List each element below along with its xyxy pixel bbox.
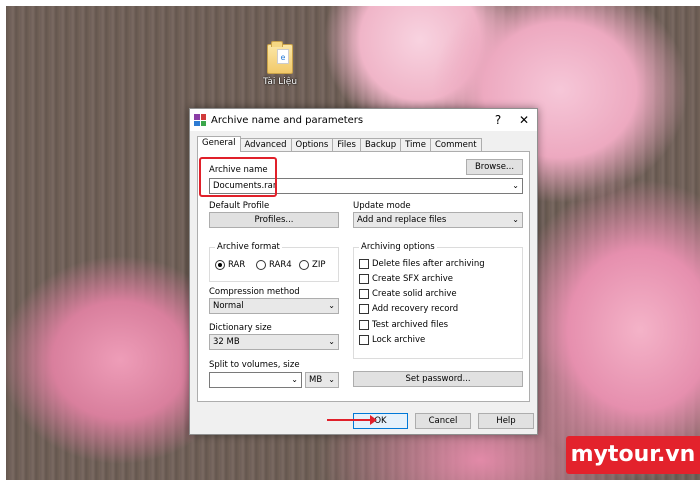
dialog-tabs: General Advanced Options Files Backup Ti… xyxy=(197,136,482,152)
archiving-options-group: Archiving options Delete files after arc… xyxy=(353,242,523,359)
format-rar4-label: RAR4 xyxy=(269,260,292,270)
browse-button[interactable]: Browse... xyxy=(466,159,523,175)
option-label: Delete files after archiving xyxy=(372,259,485,269)
desktop-folder-shortcut[interactable]: e Tài Liệu xyxy=(258,41,302,87)
checkbox-icon xyxy=(359,304,369,314)
option-delete-files[interactable]: Delete files after archiving xyxy=(359,259,485,269)
format-zip-radio[interactable]: ZIP xyxy=(299,260,325,270)
option-solid-archive[interactable]: Create solid archive xyxy=(359,289,457,299)
format-rar-radio[interactable]: RAR xyxy=(215,260,245,270)
format-rar4-radio[interactable]: RAR4 xyxy=(256,260,292,270)
ok-button[interactable]: OK xyxy=(353,413,408,429)
update-mode-select[interactable]: Add and replace files ⌄ xyxy=(353,212,523,228)
format-rar-label: RAR xyxy=(228,260,246,270)
checkbox-icon xyxy=(359,335,369,345)
archive-name-label: Archive name xyxy=(209,165,268,175)
option-label: Create solid archive xyxy=(372,289,457,299)
chevron-down-icon: ⌄ xyxy=(512,215,519,224)
option-label: Test archived files xyxy=(372,320,449,330)
dictionary-size-label: Dictionary size xyxy=(209,323,272,333)
tab-general[interactable]: General xyxy=(197,136,241,152)
option-test-files[interactable]: Test archived files xyxy=(359,320,448,330)
checkbox-icon xyxy=(359,274,369,284)
set-password-button[interactable]: Set password... xyxy=(353,371,523,387)
archive-format-label: Archive format xyxy=(215,242,282,252)
split-volumes-label: Split to volumes, size xyxy=(209,360,300,370)
compression-method-value: Normal xyxy=(213,301,244,311)
update-mode-value: Add and replace files xyxy=(357,215,447,225)
checkbox-icon xyxy=(359,320,369,330)
general-panel: Archive name Browse... Documents.rar ⌄ D… xyxy=(197,151,530,402)
checkbox-icon xyxy=(359,289,369,299)
archiving-options-label: Archiving options xyxy=(359,242,437,252)
dialog-titlebar[interactable]: Archive name and parameters ? ✕ xyxy=(190,109,537,131)
chevron-down-icon[interactable]: ⌄ xyxy=(512,179,519,193)
radio-icon xyxy=(256,260,266,270)
tab-comment[interactable]: Comment xyxy=(429,138,482,152)
close-icon[interactable]: ✕ xyxy=(511,109,537,131)
option-label: Lock archive xyxy=(372,335,426,345)
arrow-right-icon xyxy=(327,415,377,425)
split-unit-select[interactable]: MB ⌄ xyxy=(305,372,339,388)
radio-icon xyxy=(299,260,309,270)
tab-backup[interactable]: Backup xyxy=(359,138,402,152)
winrar-app-icon xyxy=(194,114,206,126)
radio-selected-icon xyxy=(215,260,225,270)
folder-icon: e xyxy=(267,41,293,74)
help-icon[interactable]: ? xyxy=(485,109,511,131)
split-volumes-input[interactable]: ⌄ xyxy=(209,372,302,388)
desktop-folder-label: Tài Liệu xyxy=(262,77,298,87)
archive-name-value: Documents.rar xyxy=(213,181,277,191)
cancel-button[interactable]: Cancel xyxy=(415,413,471,429)
tab-time[interactable]: Time xyxy=(400,138,431,152)
chevron-down-icon: ⌄ xyxy=(328,375,335,384)
option-recovery-record[interactable]: Add recovery record xyxy=(359,304,458,314)
dialog-title: Archive name and parameters xyxy=(211,114,364,126)
option-create-sfx[interactable]: Create SFX archive xyxy=(359,274,453,284)
tab-advanced[interactable]: Advanced xyxy=(239,138,292,152)
option-label: Create SFX archive xyxy=(372,274,453,284)
profiles-button[interactable]: Profiles... xyxy=(209,212,339,228)
dictionary-size-value: 32 MB xyxy=(213,337,240,347)
archive-name-input[interactable]: Documents.rar ⌄ xyxy=(209,178,523,194)
help-button[interactable]: Help xyxy=(478,413,534,429)
compression-method-select[interactable]: Normal ⌄ xyxy=(209,298,339,314)
split-unit-value: MB xyxy=(309,375,323,385)
dictionary-size-select[interactable]: 32 MB ⌄ xyxy=(209,334,339,350)
format-zip-label: ZIP xyxy=(312,260,326,270)
chevron-down-icon: ⌄ xyxy=(328,301,335,310)
option-lock-archive[interactable]: Lock archive xyxy=(359,335,425,345)
watermark-logo: mytour.vn xyxy=(566,436,700,474)
default-profile-label: Default Profile xyxy=(209,201,270,211)
tab-options[interactable]: Options xyxy=(290,138,334,152)
checkbox-icon xyxy=(359,259,369,269)
option-label: Add recovery record xyxy=(372,304,459,314)
compression-method-label: Compression method xyxy=(209,287,300,297)
update-mode-label: Update mode xyxy=(353,201,411,211)
chevron-down-icon: ⌄ xyxy=(328,337,335,346)
archive-format-group: Archive format RAR RAR4 ZIP xyxy=(209,242,339,282)
chevron-down-icon[interactable]: ⌄ xyxy=(291,373,298,387)
archive-dialog: Archive name and parameters ? ✕ General … xyxy=(189,108,538,435)
tab-files[interactable]: Files xyxy=(332,138,361,152)
